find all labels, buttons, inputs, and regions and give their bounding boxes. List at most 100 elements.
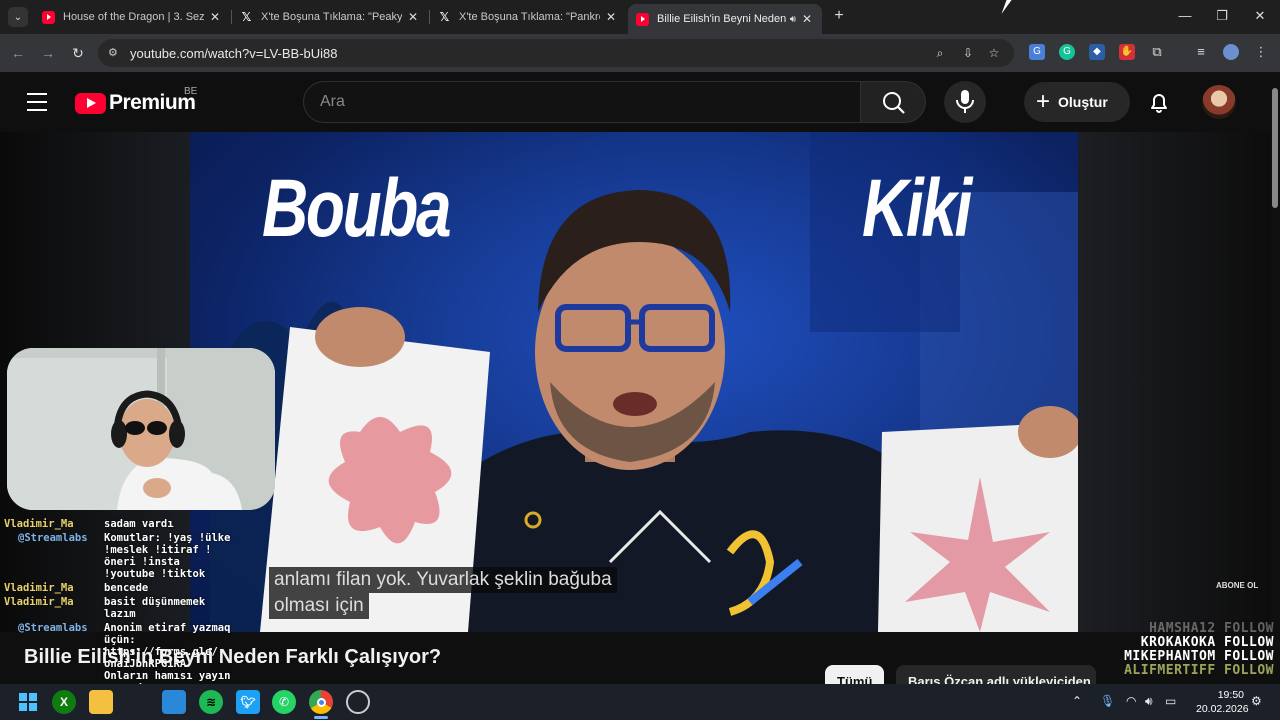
close-icon[interactable]: ✕ — [208, 10, 222, 24]
tray-overflow-icon[interactable]: ⌃ — [1072, 694, 1082, 708]
chat-message: Vladimir_Ma basit düşünmemek lazım — [4, 596, 272, 620]
follow-alert: KROKAKOKA FOLLOW — [1140, 635, 1274, 650]
grammarly-extension-icon[interactable]: G — [1059, 44, 1075, 60]
taskbar-clock[interactable]: 19:50 20.02.2026 — [1196, 688, 1249, 716]
obs-icon[interactable] — [346, 690, 370, 714]
notifications-bell-icon[interactable] — [1146, 89, 1172, 115]
mouse-cursor-icon — [1001, 0, 1012, 14]
windows-taskbar: X ≋ 🐦︎ ✆ ⌃ 🎙︎ ◠ 🔊︎ ▭ 19:50 20.02.2026 ⚙ — [0, 684, 1280, 720]
follow-alert: ALIFMERTIFF FOLLOW — [1124, 663, 1274, 678]
player-ambient-right — [1078, 132, 1270, 632]
store-icon[interactable] — [162, 690, 186, 714]
youtube-logo[interactable]: Premium BE — [75, 86, 197, 115]
file-explorer-icon[interactable] — [89, 690, 113, 714]
clock-date: 20.02.2026 — [1196, 703, 1249, 715]
profile-icon[interactable] — [1223, 44, 1239, 60]
create-button[interactable]: + Oluştur — [1024, 82, 1130, 122]
chat-text: sadam vardı — [104, 518, 174, 530]
windows-start-icon[interactable] — [16, 690, 40, 714]
browser-tab-1[interactable]: 𝕏 X'te Boşuna Tıklama: "Peaky Blin ✕ — [232, 4, 428, 30]
chat-username: @Streamlabs — [18, 532, 88, 544]
tab-search-button[interactable]: ⌄ — [8, 7, 28, 27]
chat-message: Vladimir_Ma sadam vardı — [4, 518, 272, 530]
close-icon[interactable]: ✕ — [800, 12, 814, 26]
plus-icon: + — [1036, 88, 1051, 115]
address-bar[interactable]: ⚙ youtube.com/watch?v=LV-BB-bUi88 ⌕ ⇩ ☆ — [98, 39, 1014, 67]
speaker-icon[interactable]: 🔊︎ — [790, 14, 796, 25]
extension-icon[interactable]: ◆ — [1089, 44, 1105, 60]
reload-button[interactable]: ↻ — [68, 43, 88, 63]
page-scrollbar[interactable] — [1270, 72, 1280, 686]
video-overlay-kiki: Kiki — [862, 163, 972, 254]
menu-icon[interactable] — [27, 93, 47, 111]
country-code: BE — [184, 86, 198, 97]
create-label: Oluştur — [1058, 94, 1108, 110]
xbox-icon[interactable]: X — [52, 690, 76, 714]
spotify-icon[interactable]: ≋ — [199, 690, 223, 714]
youtube-icon — [636, 12, 649, 26]
chat-text: Komutlar: !yaş !ülke !meslek !itiraf ! ö… — [104, 532, 231, 580]
chat-text: bencede — [104, 582, 149, 594]
scrollbar-thumb[interactable] — [1272, 88, 1278, 208]
caption-line: anlamı filan yok. Yuvarlak şeklin bağuba — [269, 567, 617, 593]
streamer-webcam — [7, 348, 275, 510]
restore-button[interactable]: ❐ — [1207, 6, 1237, 26]
zoom-icon[interactable]: ⌕ — [932, 45, 948, 61]
x-icon: 𝕏 — [241, 10, 252, 24]
tab-title: X'te Boşuna Tıklama: "Peaky Blin — [261, 11, 402, 23]
search-box — [303, 81, 861, 123]
follow-alert: MIKEPHANTOM FOLLOW — [1124, 649, 1274, 664]
site-info-icon[interactable]: ⚙ — [108, 46, 122, 60]
search-input[interactable] — [320, 92, 840, 112]
chevron-down-icon: ⌄ — [13, 11, 23, 23]
search-button[interactable] — [860, 81, 926, 123]
video-overlay-bouba: Bouba — [262, 163, 452, 254]
window-close-button[interactable]: ✕ — [1245, 6, 1275, 26]
video-title: Billie Eilish'in Beyni Neden Farklı Çalı… — [24, 646, 442, 668]
puzzle-extensions-icon[interactable]: ⧉ — [1149, 44, 1165, 60]
media-controls-icon[interactable]: ≡ — [1193, 44, 1209, 60]
youtube-icon — [42, 10, 55, 24]
forward-button[interactable]: → — [38, 43, 58, 63]
youtube-header: Premium BE + Oluştur — [0, 72, 1270, 132]
volume-icon[interactable]: 🔊︎ — [1145, 694, 1153, 709]
subscribe-watermark[interactable]: ABONE OL — [1216, 581, 1258, 590]
url-text[interactable]: youtube.com/watch?v=LV-BB-bUi88 — [130, 46, 338, 61]
close-icon[interactable]: ✕ — [406, 10, 420, 24]
browser-tab-2[interactable]: 𝕏 X'te Boşuna Tıklama: "Pankreas ✕ — [430, 4, 626, 30]
whatsapp-icon[interactable]: ✆ — [272, 690, 296, 714]
adblock-extension-icon[interactable]: ✋ — [1119, 44, 1135, 60]
translate-extension-icon[interactable]: G — [1029, 44, 1045, 60]
new-tab-button[interactable]: + — [830, 7, 848, 25]
webcam-scene — [7, 348, 275, 510]
chat-message: @Streamlabs Komutlar: !yaş !ülke !meslek… — [4, 532, 272, 580]
chat-username: Vladimir_Ma — [4, 518, 74, 530]
follow-alerts: HAMSHA12 FOLLOW KROKAKOKA FOLLOW MIKEPHA… — [1124, 622, 1274, 678]
screen: ⌄ House of the Dragon | 3. Sezon ✕ 𝕏 X't… — [0, 0, 1280, 720]
active-app-indicator — [314, 716, 328, 719]
chrome-icon[interactable] — [309, 690, 333, 714]
bookmark-star-icon[interactable]: ☆ — [986, 45, 1002, 61]
install-app-icon[interactable]: ⇩ — [960, 45, 976, 61]
tab-title: House of the Dragon | 3. Sezon — [63, 11, 204, 23]
notifications-icon[interactable]: ⚙ — [1251, 694, 1262, 708]
account-avatar[interactable] — [1202, 85, 1236, 119]
x-icon: 𝕏 — [439, 10, 450, 24]
tab-title: X'te Boşuna Tıklama: "Pankreas — [459, 11, 600, 23]
wifi-icon[interactable]: ◠ — [1126, 694, 1136, 708]
chrome-menu-icon[interactable]: ⋮ — [1253, 44, 1269, 60]
minimize-button[interactable]: — — [1170, 6, 1200, 26]
browser-tab-3[interactable]: Billie Eilish'in Beyni Neden F 🔊︎ ✕ — [628, 4, 822, 34]
tray-microphone-icon[interactable]: 🎙︎ — [1100, 694, 1115, 708]
microphone-icon — [956, 90, 974, 113]
voice-search-button[interactable] — [944, 81, 986, 123]
close-icon[interactable]: ✕ — [604, 10, 618, 24]
search-icon — [883, 92, 905, 114]
video-frame[interactable]: Bouba Kiki — [190, 132, 1078, 632]
browser-tabstrip: ⌄ House of the Dragon | 3. Sezon ✕ 𝕏 X't… — [0, 0, 1280, 34]
battery-icon[interactable]: ▭ — [1165, 694, 1176, 708]
twitter-icon[interactable]: 🐦︎ — [236, 690, 260, 714]
browser-tab-0[interactable]: House of the Dragon | 3. Sezon ✕ — [34, 4, 230, 30]
back-button[interactable]: ← — [8, 43, 28, 63]
chat-username: Vladimir_Ma — [4, 596, 74, 608]
